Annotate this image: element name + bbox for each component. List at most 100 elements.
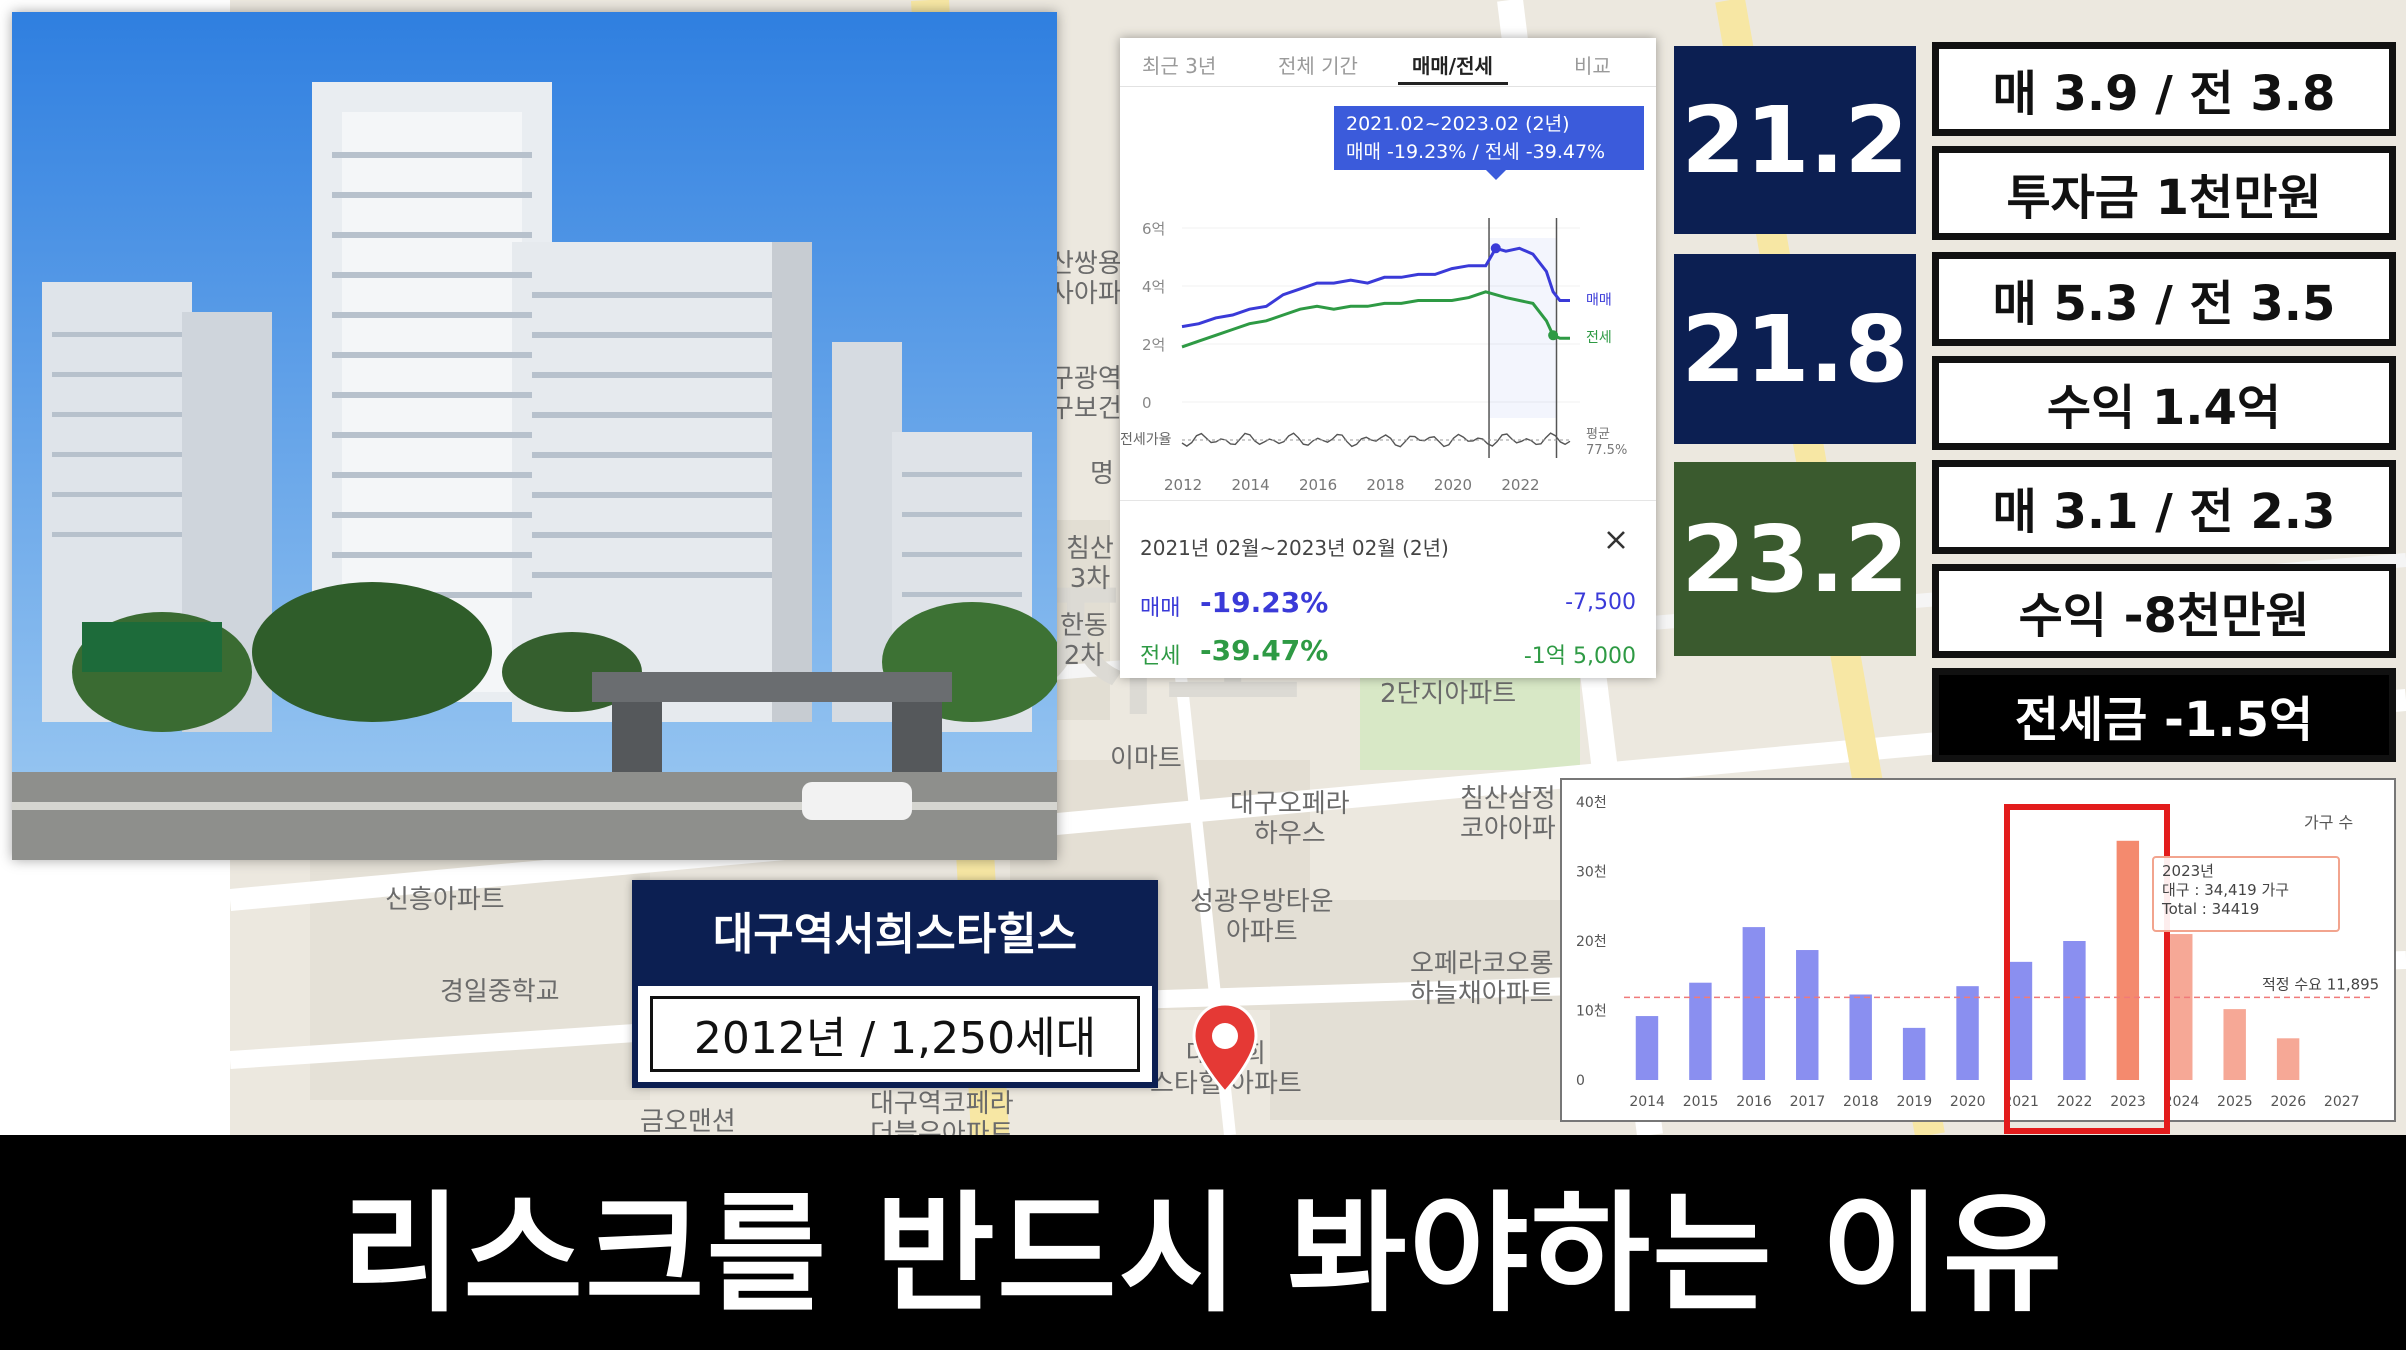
- tooltip-change: 매매 -19.23% / 전세 -39.47%: [1346, 141, 1606, 163]
- sale-label: 매매: [1140, 596, 1181, 621]
- info-text: 수익 1.4억: [2046, 380, 2282, 436]
- map-label: 성광우방타운 아파트: [1190, 887, 1334, 947]
- y-tick-label: 2억: [1142, 336, 1165, 354]
- info-box-price-1: 매 3.9 / 전 3.8: [1932, 42, 2396, 136]
- household-bar-chart[interactable]: 40천 30천 20천 10천 0 2014 2015 2016 2017 2018 2019 202…: [1562, 780, 2394, 1120]
- apartment-info-card: 대구역서희스타힐스 2012년 / 1,250세대: [632, 880, 1158, 1088]
- x-tick-label: 2012: [1164, 476, 1202, 494]
- y-tick-label: 0: [1142, 394, 1152, 412]
- bar-2020: [1956, 986, 1979, 1080]
- jeonse-label: 전세: [1140, 644, 1181, 669]
- map-label: 한동 2차: [1060, 611, 1108, 671]
- bar-2026: [2276, 1038, 2300, 1080]
- tab-compare[interactable]: 비교: [1574, 50, 1611, 79]
- bar-2025: [2223, 1009, 2246, 1080]
- legend-households: 가구 수: [2304, 813, 2353, 832]
- avg-value: 77.5%: [1586, 443, 1627, 458]
- info-box-profit-1: 수익 1.4억: [1932, 356, 2396, 450]
- x-tick-label: 2020: [1950, 1094, 1986, 1110]
- tab-divider: [1120, 86, 1656, 87]
- map-label: 금오맨션: [640, 1107, 736, 1135]
- y-tick-label: 4억: [1142, 278, 1165, 296]
- bottom-banner: 리스크를 반드시 봐야하는 이유: [0, 1135, 2406, 1350]
- price-trend-panel: 최근 3년 전체 기간 매매/전세 비교 6억 4억 2억 0 2012 2014 2016…: [1120, 38, 1656, 678]
- section-divider: [1120, 500, 1656, 501]
- household-supply-panel: 40천 30천 20천 10천 0 2014 2015 2016 2017 2018 2019 202…: [1560, 778, 2396, 1134]
- bar-2014: [1635, 1016, 1659, 1080]
- tab-all-period[interactable]: 전체 기간: [1278, 50, 1358, 79]
- x-tick-label: 2015: [1683, 1094, 1719, 1110]
- sale-change-amount: -7,500: [1565, 590, 1636, 615]
- location-pin-icon[interactable]: [1190, 1000, 1260, 1100]
- info-text: 투자금 1천만원: [2006, 170, 2322, 226]
- info-box-deposit: 전세금 -1.5억: [1932, 668, 2396, 762]
- x-tick-label: 2014: [1629, 1094, 1665, 1110]
- x-tick-label: 2014: [1231, 476, 1269, 494]
- x-tick-label: 2016: [1299, 476, 1337, 494]
- tab-recent-3y[interactable]: 최근 3년: [1142, 50, 1216, 79]
- map-label: 경일중학교: [440, 977, 560, 1007]
- x-tick-label: 2022: [1501, 476, 1539, 494]
- map-label: 구광역 구보건: [1050, 364, 1122, 424]
- price-trend-chart[interactable]: 6억 4억 2억 0 2012 2014 2016 2018 2020 2022 매매전세전세가율 평…: [1120, 158, 1656, 498]
- map-label: 명: [1090, 459, 1114, 489]
- apartment-summary-frame: 2012년 / 1,250세대: [632, 980, 1158, 1088]
- close-icon[interactable]: [1600, 524, 1632, 556]
- y-tick-label: 40천: [1576, 795, 1607, 811]
- x-tick-label: 2017: [1790, 1094, 1826, 1110]
- info-text: 매 5.3 / 전 3.5: [1992, 276, 2336, 332]
- x-tick-label: 2020: [1434, 476, 1472, 494]
- map-label: 산쌍용 사아파: [1050, 249, 1122, 309]
- x-tick-label: 2025: [2217, 1094, 2253, 1110]
- bar-2024: [2170, 934, 2193, 1080]
- selected-period: 2021년 02월~2023년 02월 (2년): [1140, 536, 1449, 560]
- info-text: 매 3.9 / 전 3.8: [1992, 66, 2336, 122]
- jeonse-change-amount: -1억 5,000: [1523, 644, 1636, 669]
- x-tick-label: 2018: [1366, 476, 1404, 494]
- map-label: 2단지아파트: [1380, 679, 1517, 709]
- tooltip-year: 2023년: [2162, 862, 2214, 880]
- map-label: 오페라코오롱 하늘채아파트: [1410, 949, 1554, 1009]
- banner-title: 리스크를 반드시 봐야하는 이유: [341, 1177, 2065, 1330]
- y-tick-label: 10천: [1576, 1004, 1607, 1020]
- legend-jeonse: 전세: [1586, 330, 1612, 346]
- x-tick-label: 2018: [1843, 1094, 1879, 1110]
- bar-2018: [1849, 994, 1872, 1080]
- highlight-box: [2004, 804, 2170, 1134]
- y-tick-label: 30천: [1576, 865, 1607, 881]
- tooltip-total: Total : 34419: [2162, 900, 2260, 918]
- map-label: 대구역코페라 더블유아파트: [870, 1089, 1014, 1135]
- avg-label: 평균: [1586, 427, 1610, 442]
- x-tick-label: 2026: [2270, 1094, 2306, 1110]
- jeonse-change-pct: -39.47%: [1200, 634, 1329, 667]
- map-label: 대구오페라 하우스: [1230, 789, 1350, 849]
- score-value: 23.2: [1681, 505, 1909, 613]
- map-label: 신흥아파트: [385, 885, 505, 915]
- tooltip-period: 2021.02~2023.02 (2년): [1346, 113, 1570, 135]
- highlight-region: [1489, 238, 1557, 418]
- trend-tooltip: 2021.02~2023.02 (2년) 매매 -19.23% / 전세 -39…: [1334, 106, 1644, 170]
- info-text: 매 3.1 / 전 2.3: [1992, 484, 2336, 540]
- score-value: 21.8: [1681, 295, 1909, 403]
- bar-2019: [1902, 1027, 1926, 1080]
- apartment-name: 대구역서희스타힐스: [632, 880, 1158, 980]
- tab-sale-jeonse[interactable]: 매매/전세: [1412, 50, 1493, 79]
- apartment-photo: [12, 12, 1057, 860]
- legend-sale: 매매: [1586, 293, 1612, 309]
- info-text: 전세금 -1.5억: [2014, 692, 2314, 748]
- info-box-investment: 투자금 1천만원: [1932, 146, 2396, 240]
- apartment-photo-illustration: [12, 12, 1057, 860]
- score-box-3: 23.2: [1674, 462, 1916, 656]
- household-tooltip: 2023년 대구 : 34,419 가구 Total : 34419: [2152, 856, 2340, 932]
- apartment-summary: 2012년 / 1,250세대: [650, 996, 1140, 1072]
- score-box-2: 21.8: [1674, 254, 1916, 444]
- y-tick-label: 0: [1576, 1073, 1585, 1089]
- score-value: 21.2: [1681, 86, 1909, 194]
- info-box-price-2: 매 5.3 / 전 3.5: [1932, 252, 2396, 346]
- info-box-price-3: 매 3.1 / 전 2.3: [1932, 460, 2396, 554]
- map-label: 침산삼정 코아아파: [1460, 784, 1556, 844]
- sale-change-pct: -19.23%: [1200, 586, 1329, 619]
- x-tick-label: 2016: [1736, 1094, 1772, 1110]
- x-tick-label: 2019: [1896, 1094, 1932, 1110]
- ratio-label: 전세가율: [1120, 432, 1172, 448]
